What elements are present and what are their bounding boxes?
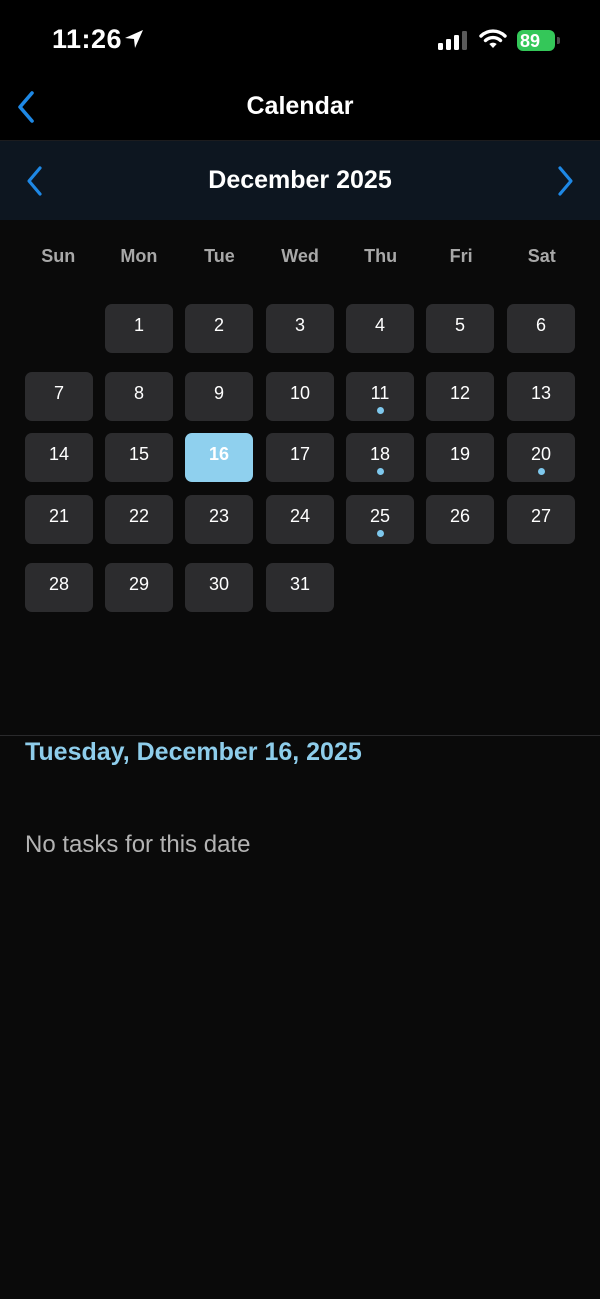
calendar-day[interactable]: 1 bbox=[105, 304, 173, 353]
day-number: 23 bbox=[208, 506, 230, 526]
day-number: 18 bbox=[369, 444, 391, 464]
task-indicator-dot bbox=[377, 530, 384, 537]
day-number: 6 bbox=[535, 315, 546, 335]
calendar-day[interactable]: 2 bbox=[185, 304, 253, 353]
calendar-day[interactable]: 25 bbox=[346, 495, 414, 544]
next-month-chevron-icon[interactable] bbox=[552, 165, 578, 197]
day-number: 11 bbox=[370, 383, 390, 403]
weekday-label: Thu bbox=[364, 246, 398, 266]
calendar-day[interactable]: 17 bbox=[266, 433, 334, 482]
day-number: 13 bbox=[530, 383, 552, 403]
day-number: 14 bbox=[48, 444, 70, 464]
calendar-day[interactable]: 12 bbox=[426, 372, 494, 421]
calendar-day[interactable]: 20 bbox=[507, 433, 575, 482]
day-number: 12 bbox=[449, 383, 471, 403]
calendar-day[interactable]: 15 bbox=[105, 433, 173, 482]
calendar-day[interactable]: 14 bbox=[25, 433, 93, 482]
empty-tasks-message: No tasks for this date bbox=[25, 831, 251, 858]
section-divider bbox=[0, 735, 600, 736]
day-number: 28 bbox=[48, 574, 70, 594]
day-number: 1 bbox=[133, 315, 144, 335]
day-number: 10 bbox=[289, 383, 311, 403]
calendar-day[interactable]: 10 bbox=[266, 372, 334, 421]
calendar-day[interactable]: 6 bbox=[507, 304, 575, 353]
battery-tip bbox=[557, 37, 560, 44]
weekday-label: Sat bbox=[527, 246, 556, 266]
day-number: 31 bbox=[289, 574, 311, 594]
calendar-day[interactable]: 22 bbox=[105, 495, 173, 544]
calendar-day[interactable]: 7 bbox=[25, 372, 93, 421]
calendar-day[interactable]: 11 bbox=[346, 372, 414, 421]
weekday-header: Sun Mon Tue Wed Thu Fri Sat bbox=[18, 246, 582, 267]
selected-date-heading: Tuesday, December 16, 2025 bbox=[25, 738, 362, 766]
calendar-day[interactable]: 21 bbox=[25, 495, 93, 544]
calendar-day[interactable]: 27 bbox=[507, 495, 575, 544]
cellular-signal-icon bbox=[438, 31, 467, 50]
calendar-day[interactable]: 28 bbox=[25, 563, 93, 612]
day-number: 5 bbox=[454, 315, 465, 335]
battery-icon: 89 bbox=[517, 30, 560, 51]
weekday-label: Wed bbox=[281, 246, 319, 266]
calendar-day[interactable]: 26 bbox=[426, 495, 494, 544]
calendar-day[interactable]: 29 bbox=[105, 563, 173, 612]
location-arrow-icon bbox=[125, 30, 143, 48]
month-title: December 2025 bbox=[208, 166, 392, 194]
calendar-day-selected[interactable]: 16 bbox=[185, 433, 253, 482]
calendar-day[interactable]: 19 bbox=[426, 433, 494, 482]
day-number: 16 bbox=[208, 444, 230, 464]
day-number: 20 bbox=[530, 444, 552, 464]
day-number: 3 bbox=[294, 315, 305, 335]
month-header: December 2025 bbox=[0, 141, 600, 220]
day-number: 15 bbox=[128, 444, 150, 464]
calendar-day[interactable]: 9 bbox=[185, 372, 253, 421]
calendar-day[interactable]: 13 bbox=[507, 372, 575, 421]
day-number: 8 bbox=[133, 383, 144, 403]
day-number: 2 bbox=[213, 315, 224, 335]
calendar-day[interactable]: 24 bbox=[266, 495, 334, 544]
weekday-label: Mon bbox=[120, 246, 158, 266]
day-number: 9 bbox=[213, 383, 224, 403]
page-title: Calendar bbox=[246, 92, 354, 120]
weekday-label: Fri bbox=[449, 246, 473, 266]
weekday-label: Sun bbox=[41, 246, 76, 266]
calendar-day[interactable]: 3 bbox=[266, 304, 334, 353]
task-indicator-dot bbox=[377, 468, 384, 475]
day-number: 25 bbox=[369, 506, 391, 526]
calendar-day[interactable]: 5 bbox=[426, 304, 494, 353]
day-number: 7 bbox=[53, 383, 64, 403]
navigation-bar: Calendar bbox=[0, 80, 600, 141]
day-number: 17 bbox=[289, 444, 311, 464]
day-number: 26 bbox=[449, 506, 471, 526]
day-number: 24 bbox=[289, 506, 311, 526]
wifi-icon bbox=[479, 29, 507, 48]
day-number: 4 bbox=[374, 315, 385, 335]
calendar-day[interactable]: 30 bbox=[185, 563, 253, 612]
calendar-day[interactable]: 4 bbox=[346, 304, 414, 353]
task-indicator-dot bbox=[377, 407, 384, 414]
day-number: 30 bbox=[208, 574, 230, 594]
day-number: 19 bbox=[449, 444, 471, 464]
battery-level: 89 bbox=[520, 31, 541, 51]
status-time: 11:26 bbox=[52, 24, 123, 54]
calendar-day[interactable]: 23 bbox=[185, 495, 253, 544]
day-number: 29 bbox=[128, 574, 150, 594]
task-indicator-dot bbox=[538, 468, 545, 475]
day-number: 27 bbox=[530, 506, 552, 526]
calendar-day[interactable]: 31 bbox=[266, 563, 334, 612]
weekday-label: Tue bbox=[204, 246, 235, 266]
status-bar: 11:26 89 bbox=[0, 0, 600, 80]
day-number: 22 bbox=[128, 506, 150, 526]
calendar-day[interactable]: 18 bbox=[346, 433, 414, 482]
day-number: 21 bbox=[48, 506, 70, 526]
calendar-day[interactable]: 8 bbox=[105, 372, 173, 421]
